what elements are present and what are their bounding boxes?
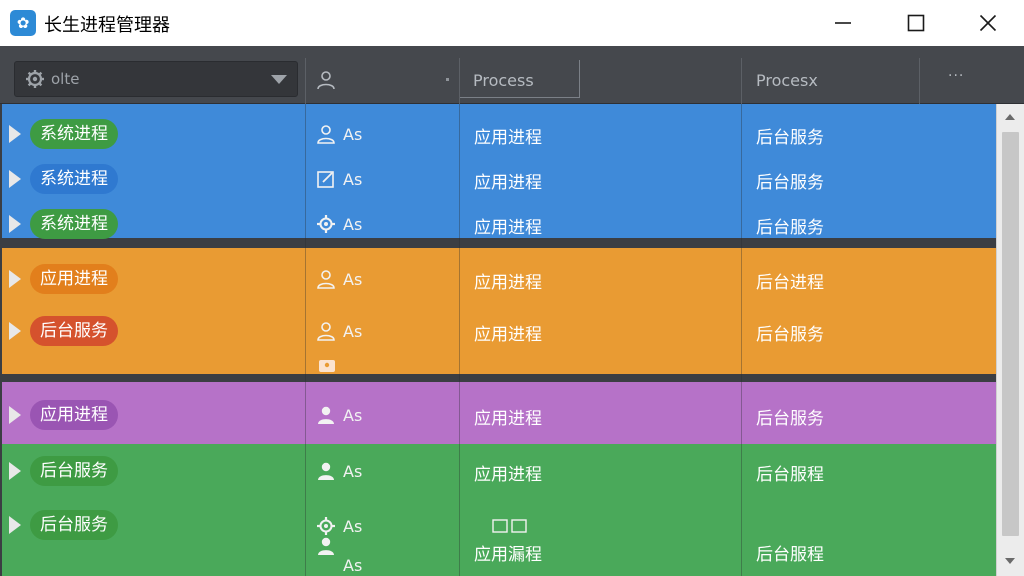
title-bar: ✿ 长生进程管理器 <box>0 0 1024 46</box>
user-name: As <box>343 170 363 189</box>
process-type-badge: 应用进程 <box>30 264 118 294</box>
scroll-thumb[interactable] <box>1002 132 1019 536</box>
sort-indicator <box>446 78 449 81</box>
vertical-scrollbar[interactable] <box>996 104 1024 576</box>
filter-dropdown[interactable]: olte <box>14 61 298 97</box>
procesx-cell: 后台服务 <box>756 173 824 193</box>
flower-app-icon: ✿ <box>10 10 36 36</box>
process-type-badge: 系统进程 <box>30 119 118 149</box>
table-row[interactable]: 应用进程 As 应用进程 后台进程 <box>0 261 996 297</box>
procesx-column-header[interactable]: Procesx <box>756 71 818 90</box>
user-name: As <box>343 406 363 425</box>
expand-arrow-icon[interactable] <box>9 170 21 188</box>
column-header: olte Process Procesx ··· <box>0 46 1024 104</box>
procesx-cell: 后台服务 <box>756 325 824 345</box>
expand-arrow-icon[interactable] <box>9 462 21 480</box>
process-cell: 应用漏程 <box>474 545 542 565</box>
procesx-cell: 后台进程 <box>756 273 824 293</box>
column-divider <box>741 58 742 104</box>
expand-arrow-icon[interactable] <box>9 406 21 424</box>
procesx-cell: 后台服程 <box>756 545 824 565</box>
process-type-badge: 系统进程 <box>30 209 118 239</box>
minimize-icon <box>835 22 851 24</box>
table-row[interactable]: 后台服务 As 应用进程 后台服务 <box>0 313 996 349</box>
process-cell: 应用进程 <box>474 465 542 485</box>
process-type-badge: 后台服务 <box>30 456 118 486</box>
process-type-badge: 后台服务 <box>30 510 118 540</box>
table-row[interactable]: 系统进程 As 应用进程 后台服务 <box>0 116 996 152</box>
close-icon <box>979 14 997 32</box>
process-cell: 应用进程 <box>474 409 542 429</box>
window-title: 长生进程管理器 <box>44 15 170 36</box>
procesx-cell: 后台服务 <box>756 409 824 429</box>
process-cell: 应用进程 <box>474 273 542 293</box>
process-column-label: Process <box>473 71 534 90</box>
column-divider <box>919 58 920 104</box>
filter-value: olte <box>51 70 80 88</box>
user-filled-icon <box>318 462 334 480</box>
procesx-cell: 后台服程 <box>756 465 824 485</box>
user-name: As <box>343 270 363 289</box>
maximize-button[interactable] <box>887 0 945 46</box>
process-cell: 应用进程 <box>474 173 542 193</box>
user-filled-icon <box>318 406 334 424</box>
procesx-cell: 后台服务 <box>756 218 824 238</box>
process-cell: 应用进程 <box>474 128 542 148</box>
user-name: As <box>343 517 363 536</box>
maximize-icon <box>907 14 925 32</box>
expand-arrow-icon[interactable] <box>9 516 21 534</box>
expand-arrow-icon[interactable] <box>9 270 21 288</box>
table-row[interactable]: 应用进程 As 应用进程 后台服务 <box>0 397 996 433</box>
table-row[interactable]: 后台服务 As 应用进程 后台服程 <box>0 453 996 489</box>
process-type-badge: 后台服务 <box>30 316 118 346</box>
user-name: As <box>343 556 363 575</box>
edit-icon <box>317 171 334 188</box>
expand-arrow-icon[interactable] <box>9 125 21 143</box>
user-name: As <box>343 125 363 144</box>
process-type-badge: 应用进程 <box>30 400 118 430</box>
user-filled-icon <box>318 537 334 555</box>
user-column-icon[interactable] <box>316 70 336 90</box>
scroll-up-icon[interactable] <box>1005 114 1015 120</box>
gear-icon <box>317 517 335 535</box>
close-button[interactable] <box>959 0 1017 46</box>
process-cell: 应用进程 <box>474 218 542 238</box>
user-outline-icon <box>317 270 335 289</box>
user-name: As <box>343 215 363 234</box>
expand-arrow-icon[interactable] <box>9 215 21 233</box>
gear-icon <box>26 70 44 88</box>
window-pair-icon <box>492 519 527 533</box>
user-name: As <box>343 322 363 341</box>
process-rows: 系统进程 As 应用进程 后台服务 系统进程 As 应用进程 后台服务 系统进程… <box>0 104 996 576</box>
user-badge-icon <box>317 125 335 144</box>
chevron-down-icon <box>271 75 287 84</box>
procesx-cell: 后台服务 <box>756 128 824 148</box>
scroll-down-icon[interactable] <box>1005 558 1015 564</box>
user-name: As <box>343 462 363 481</box>
process-type-badge: 系统进程 <box>30 164 118 194</box>
process-cell: 应用进程 <box>474 325 542 345</box>
table-row[interactable]: 系统进程 As 应用进程 后台服务 <box>0 161 996 197</box>
package-icon <box>319 360 335 372</box>
more-options-button[interactable]: ··· <box>948 68 964 84</box>
table-row[interactable]: 后台服务 As 应用漏程 后台服程 <box>0 507 996 567</box>
process-list-panel: olte Process Procesx ··· 系统进程 As 应用进程 后台… <box>0 46 1024 576</box>
user-outline-icon <box>317 322 335 341</box>
minimize-button[interactable] <box>814 0 872 46</box>
column-divider <box>305 58 306 104</box>
expand-arrow-icon[interactable] <box>9 322 21 340</box>
table-row[interactable]: 系统进程 As 应用进程 后台服务 <box>0 206 996 242</box>
gear-icon <box>317 215 335 233</box>
